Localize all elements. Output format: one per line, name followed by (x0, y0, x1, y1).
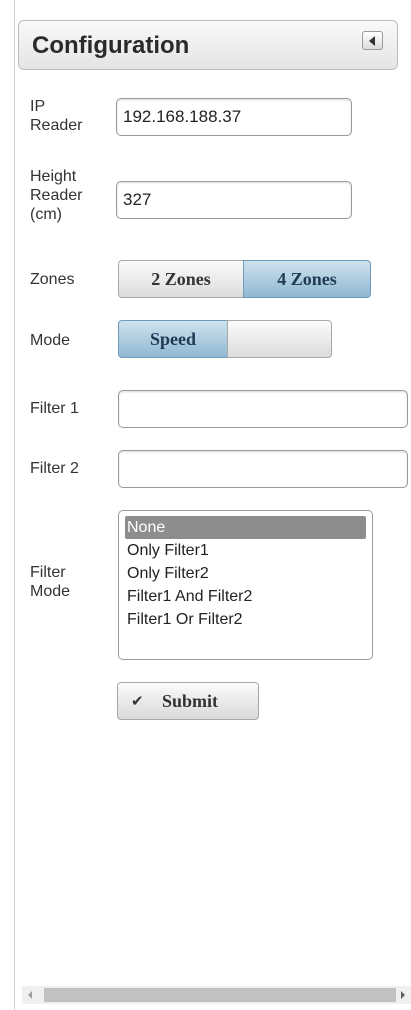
mode-toggle-off[interactable] (227, 320, 332, 358)
height-reader-label: Height Reader (cm) (30, 167, 82, 224)
filter2-label: Filter 2 (30, 460, 79, 477)
filter-mode-option-only-filter2[interactable]: Only Filter2 (125, 562, 366, 585)
config-panel (14, 0, 411, 1010)
height-reader-label-line2: Reader (30, 187, 83, 204)
scrollbar-thumb[interactable] (44, 988, 396, 1002)
height-reader-input[interactable]: 327 (116, 181, 352, 219)
height-reader-label-line1: Height (30, 168, 77, 185)
filter-mode-listbox[interactable]: None Only Filter1 Only Filter2 Filter1 A… (118, 510, 373, 660)
filter-mode-label: Filter Mode (30, 563, 70, 601)
submit-label: Submit (162, 691, 219, 711)
zones-2-button[interactable]: 2 Zones (118, 260, 244, 298)
ip-reader-label-line2: Reader (30, 117, 83, 134)
scroll-left-icon[interactable] (28, 991, 32, 999)
ip-reader-input[interactable]: 192.168.188.37 (116, 98, 352, 136)
filter-mode-label-line1: Filter (30, 564, 66, 581)
filter-mode-option-and[interactable]: Filter1 And Filter2 (125, 585, 366, 608)
filter-mode-option-none[interactable]: None (125, 516, 366, 539)
filter1-label: Filter 1 (30, 400, 79, 417)
collapse-icon[interactable] (362, 31, 383, 50)
checkmark-icon: ✔ (131, 692, 144, 710)
mode-speed-button[interactable]: Speed (118, 320, 228, 358)
horizontal-scrollbar[interactable] (22, 986, 411, 1004)
height-reader-label-line3: (cm) (30, 206, 62, 223)
zones-4-button[interactable]: 4 Zones (243, 260, 371, 298)
filter-mode-option-or[interactable]: Filter1 Or Filter2 (125, 608, 366, 631)
zones-label: Zones (30, 271, 75, 288)
ip-reader-label: IP Reader (30, 97, 82, 135)
panel-header: Configuration (18, 20, 398, 70)
filter2-input[interactable] (118, 450, 408, 488)
panel-title: Configuration (32, 32, 190, 59)
filter-mode-label-line2: Mode (30, 583, 71, 600)
filter-mode-option-only-filter1[interactable]: Only Filter1 (125, 539, 366, 562)
ip-reader-label-line1: IP (30, 98, 46, 115)
mode-label: Mode (30, 332, 71, 349)
submit-button[interactable]: ✔ Submit (117, 682, 259, 720)
scroll-right-icon[interactable] (401, 991, 405, 999)
filter1-input[interactable] (118, 390, 408, 428)
